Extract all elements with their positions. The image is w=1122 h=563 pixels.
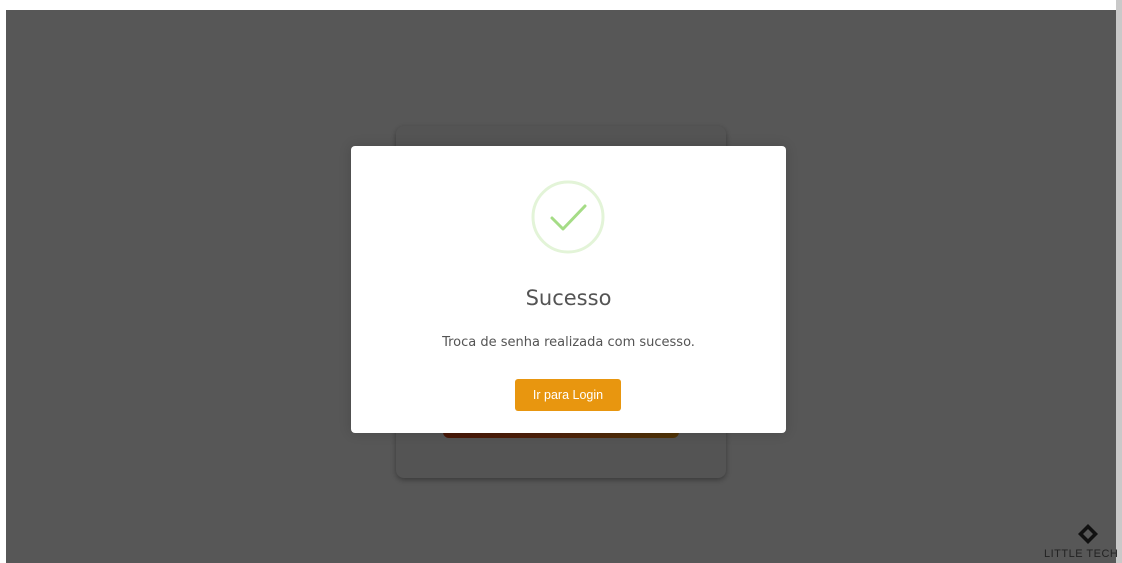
dialog-title: Sucesso bbox=[525, 286, 612, 310]
go-to-login-button[interactable]: Ir para Login bbox=[515, 379, 621, 411]
checkmark-circle-icon bbox=[531, 180, 605, 254]
dialog-message: Troca de senha realizada com sucesso. bbox=[442, 335, 695, 350]
diamond-logo-icon bbox=[1078, 524, 1098, 544]
success-dialog: Sucesso Troca de senha realizada com suc… bbox=[351, 146, 786, 433]
brand-logo-text: LITTLE TECH bbox=[1044, 548, 1119, 560]
brand-logo: LITTLE TECH bbox=[1044, 522, 1122, 563]
page-scrollbar[interactable] bbox=[1116, 0, 1122, 563]
